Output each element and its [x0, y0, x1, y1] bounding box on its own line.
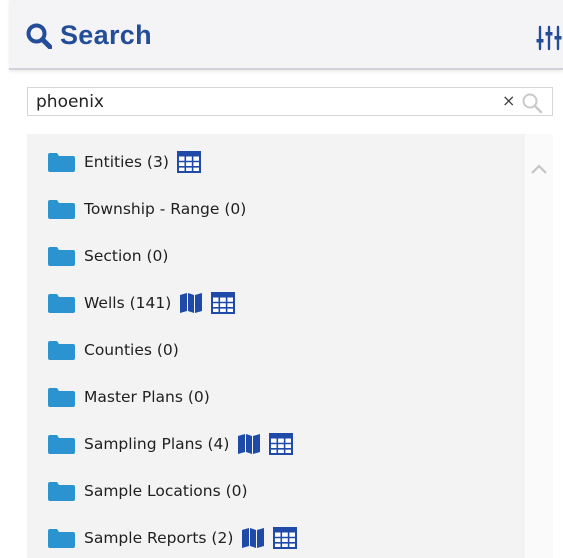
panel-title: Search [60, 20, 152, 50]
result-item-sampling-plans[interactable]: Sampling Plans (4) [48, 429, 294, 459]
table-icon[interactable] [176, 151, 201, 173]
folder-icon [48, 481, 75, 501]
search-field: × [27, 87, 553, 116]
result-label: Wells (141) [84, 294, 172, 312]
result-label: Township - Range (0) [84, 200, 247, 218]
result-label: Counties (0) [84, 341, 179, 359]
folder-icon [48, 199, 75, 219]
folder-icon [48, 340, 75, 360]
map-icon[interactable] [237, 433, 261, 455]
results-list: Entities (3) Township - Range (0) Sectio… [27, 134, 525, 558]
clear-search-button[interactable]: × [502, 91, 515, 111]
result-label: Section (0) [84, 247, 169, 265]
result-label: Master Plans (0) [84, 388, 210, 406]
result-label: Entities (3) [84, 153, 169, 171]
result-label: Sample Locations (0) [84, 482, 248, 500]
result-item-sample-locations[interactable]: Sample Locations (0) [48, 476, 248, 506]
panel-header: Search [9, 0, 563, 70]
table-icon[interactable] [273, 527, 298, 549]
search-input[interactable] [28, 88, 506, 115]
chevron-up-icon[interactable] [529, 162, 549, 176]
sliders-icon[interactable] [535, 24, 563, 52]
folder-icon [48, 528, 75, 548]
result-item-counties[interactable]: Counties (0) [48, 335, 179, 365]
results-scrollbar[interactable] [525, 134, 553, 558]
search-icon [26, 23, 52, 49]
result-label: Sampling Plans (4) [84, 435, 230, 453]
result-item-township-range[interactable]: Township - Range (0) [48, 194, 246, 224]
result-item-master-plans[interactable]: Master Plans (0) [48, 382, 210, 412]
result-item-wells[interactable]: Wells (141) [48, 288, 236, 318]
result-item-section[interactable]: Section (0) [48, 241, 168, 271]
table-icon[interactable] [269, 433, 294, 455]
result-item-sample-reports[interactable]: Sample Reports (2) [48, 523, 298, 553]
magnifier-icon[interactable] [521, 92, 543, 114]
folder-icon [48, 246, 75, 266]
map-icon[interactable] [241, 527, 265, 549]
folder-icon [48, 293, 75, 313]
result-label: Sample Reports (2) [84, 529, 234, 547]
map-icon[interactable] [179, 292, 203, 314]
folder-icon [48, 387, 75, 407]
folder-icon [48, 152, 75, 172]
folder-icon [48, 434, 75, 454]
result-item-entities[interactable]: Entities (3) [48, 147, 201, 177]
table-icon[interactable] [211, 292, 236, 314]
search-panel: Search × Entities (3) [0, 0, 563, 558]
